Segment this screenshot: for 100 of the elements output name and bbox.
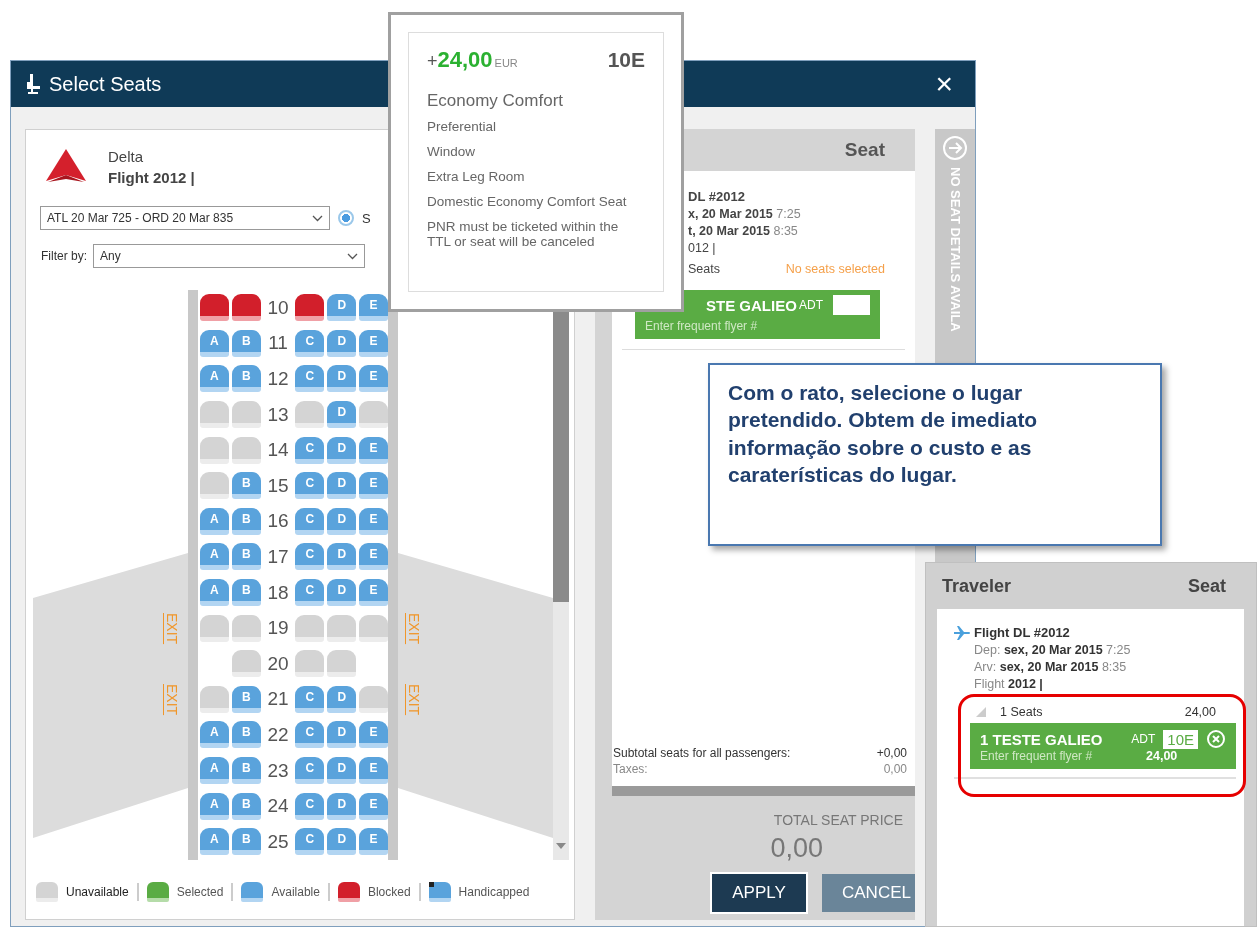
row-number: 13 <box>266 403 290 426</box>
seat-button[interactable]: E <box>359 579 388 607</box>
seat-button[interactable]: B <box>231 365 261 393</box>
seat-button[interactable]: B <box>231 792 261 820</box>
seat-button[interactable] <box>200 294 229 322</box>
seat-price: +24,00 EUR <box>427 47 518 73</box>
row-number: 14 <box>266 439 290 462</box>
seat-button[interactable]: D <box>327 401 357 429</box>
seat-button[interactable]: D <box>327 365 357 393</box>
seat-code: 10E <box>607 48 645 72</box>
seat-button[interactable]: B <box>231 329 261 357</box>
seat-button[interactable]: C <box>295 365 325 393</box>
legend-label: Blocked <box>367 885 411 899</box>
row-number: 24 <box>266 795 290 818</box>
frequent-flyer-input[interactable]: Enter frequent flyer # <box>645 319 805 333</box>
seat-button[interactable]: C <box>295 543 325 571</box>
seat-button[interactable]: C <box>295 757 325 784</box>
seat-button[interactable]: B <box>231 757 261 784</box>
seat-button[interactable]: B <box>231 721 261 749</box>
passenger-row[interactable]: STE GALIEOADT Enter frequent flyer # <box>635 290 880 339</box>
seat-button[interactable]: A <box>200 507 229 535</box>
seat-button[interactable]: D <box>327 828 357 856</box>
seat-button[interactable]: D <box>327 685 357 713</box>
passenger-row[interactable]: 1 TESTE GALIEO ADT 10E Enter frequent flyer # 24,00 <box>970 723 1236 769</box>
seat-button[interactable]: B <box>231 507 261 535</box>
departure-text: Dep: sex, 20 Mar 2015 7:25 <box>974 643 1132 657</box>
seat-button[interactable]: E <box>359 294 388 322</box>
flight-number: Flight DL #2012 <box>974 625 1070 640</box>
radio-button[interactable] <box>338 210 354 226</box>
seat-button[interactable]: C <box>295 792 325 820</box>
row-number: 16 <box>266 510 290 533</box>
seat-input[interactable] <box>833 295 870 315</box>
segment-dropdown[interactable]: ATL 20 Mar 725 - ORD 20 Mar 835 <box>40 206 330 230</box>
seat-button[interactable]: D <box>327 507 357 535</box>
seat-feature: Window <box>427 144 476 159</box>
seat-button[interactable]: E <box>359 721 388 749</box>
radio-label: S <box>362 210 371 226</box>
seat-button[interactable]: E <box>359 329 388 357</box>
seat-button[interactable]: D <box>327 329 357 357</box>
seat-button[interactable]: C <box>295 828 325 856</box>
seat-button[interactable]: E <box>359 543 388 571</box>
seat-button[interactable]: D <box>327 472 357 500</box>
seat-button[interactable]: B <box>231 543 261 571</box>
seat-button[interactable]: E <box>359 757 388 784</box>
window-title: Select Seats <box>49 72 162 96</box>
cancel-button[interactable]: CANCEL <box>822 874 915 912</box>
seat-button[interactable]: E <box>359 828 388 856</box>
flight-number: 012 | <box>688 241 717 255</box>
seat-button[interactable]: E <box>359 472 388 500</box>
seat-button[interactable]: B <box>231 828 261 856</box>
seat-button[interactable]: D <box>327 294 357 322</box>
seat-button[interactable]: D <box>327 543 357 571</box>
subtotal-value: +0,00 <box>876 746 907 760</box>
seat-button[interactable]: E <box>359 507 388 535</box>
seat-class: Economy Comfort <box>427 91 565 111</box>
remove-icon[interactable] <box>1206 729 1226 749</box>
filter-dropdown[interactable]: Any <box>93 244 365 268</box>
seat-button[interactable]: D <box>327 792 357 820</box>
exit-label: EXIT <box>406 683 422 715</box>
passenger-type: ADT <box>1131 732 1156 746</box>
close-button[interactable]: × <box>927 69 961 99</box>
seat-button[interactable]: A <box>200 579 229 607</box>
seat-button[interactable]: A <box>200 792 229 820</box>
seat-button[interactable]: B <box>231 579 261 607</box>
seat-button[interactable]: D <box>327 757 357 784</box>
seat-button[interactable]: E <box>359 792 388 820</box>
seat-button[interactable]: A <box>200 721 229 749</box>
seat-feature: Preferential <box>427 119 498 134</box>
apply-button[interactable]: APPLY <box>712 874 806 912</box>
seat-button[interactable]: D <box>327 721 357 749</box>
seat-button[interactable]: C <box>295 472 325 500</box>
seat-button[interactable]: D <box>327 436 357 464</box>
seat-button[interactable]: C <box>295 685 325 713</box>
seat-button[interactable] <box>231 294 261 322</box>
seat-input[interactable]: 10E <box>1163 729 1198 749</box>
seat-button[interactable]: C <box>295 329 325 357</box>
seat-button[interactable]: C <box>295 721 325 749</box>
seat-button[interactable]: B <box>231 472 261 500</box>
seat-button[interactable]: B <box>231 685 261 713</box>
row-number: 12 <box>266 368 290 390</box>
seat-button[interactable]: D <box>327 579 357 607</box>
total-price: 0,00 <box>770 833 823 864</box>
seat-button[interactable]: C <box>295 579 325 607</box>
seat-button[interactable]: C <box>295 507 325 535</box>
legend-label: Available <box>271 885 320 899</box>
legend-label: Handicapped <box>458 885 530 899</box>
seat-button[interactable]: E <box>359 436 388 464</box>
seat-button[interactable]: A <box>200 543 229 571</box>
seat-button[interactable]: A <box>200 757 229 784</box>
frequent-flyer-input[interactable]: Enter frequent flyer # <box>980 749 1120 763</box>
seat-button[interactable]: A <box>200 365 229 393</box>
taxes-value: 0,00 <box>883 762 907 776</box>
row-number: 23 <box>266 759 290 782</box>
seat-button[interactable]: E <box>359 365 388 393</box>
seat-button[interactable]: A <box>200 828 229 856</box>
seat-button[interactable]: A <box>200 329 229 357</box>
seat-button[interactable]: C <box>295 436 325 464</box>
passenger-name: STE GALIEO <box>706 296 797 314</box>
seat-button[interactable] <box>295 294 325 322</box>
taxes-label: Taxes: <box>613 762 648 776</box>
